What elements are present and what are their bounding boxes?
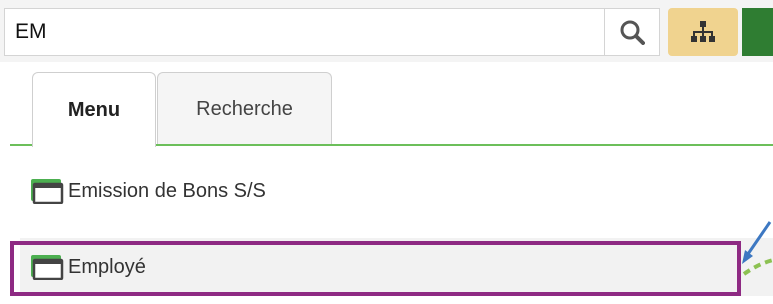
- sitemap-button[interactable]: [668, 8, 738, 56]
- tab-menu[interactable]: Menu: [32, 72, 156, 147]
- search-icon: [620, 20, 645, 45]
- top-bar: [0, 0, 773, 62]
- menu-item-employe[interactable]: Employé: [20, 238, 773, 296]
- tab-recherche[interactable]: Recherche: [157, 72, 332, 145]
- tab-menu-label: Menu: [67, 98, 121, 121]
- window-icon: [31, 179, 64, 204]
- header-accent-strip: [742, 8, 773, 56]
- menu-item-label: Employé: [68, 255, 146, 278]
- sitemap-icon: [691, 21, 715, 42]
- menu-item-emission-de-bons[interactable]: Emission de Bons S/S: [20, 162, 773, 220]
- search-input[interactable]: [15, 17, 595, 47]
- menu-item-label: Emission de Bons S/S: [68, 179, 266, 202]
- search-box: [4, 8, 604, 56]
- search-button[interactable]: [604, 8, 660, 56]
- tab-recherche-label: Recherche: [196, 97, 293, 120]
- window-icon: [31, 255, 64, 280]
